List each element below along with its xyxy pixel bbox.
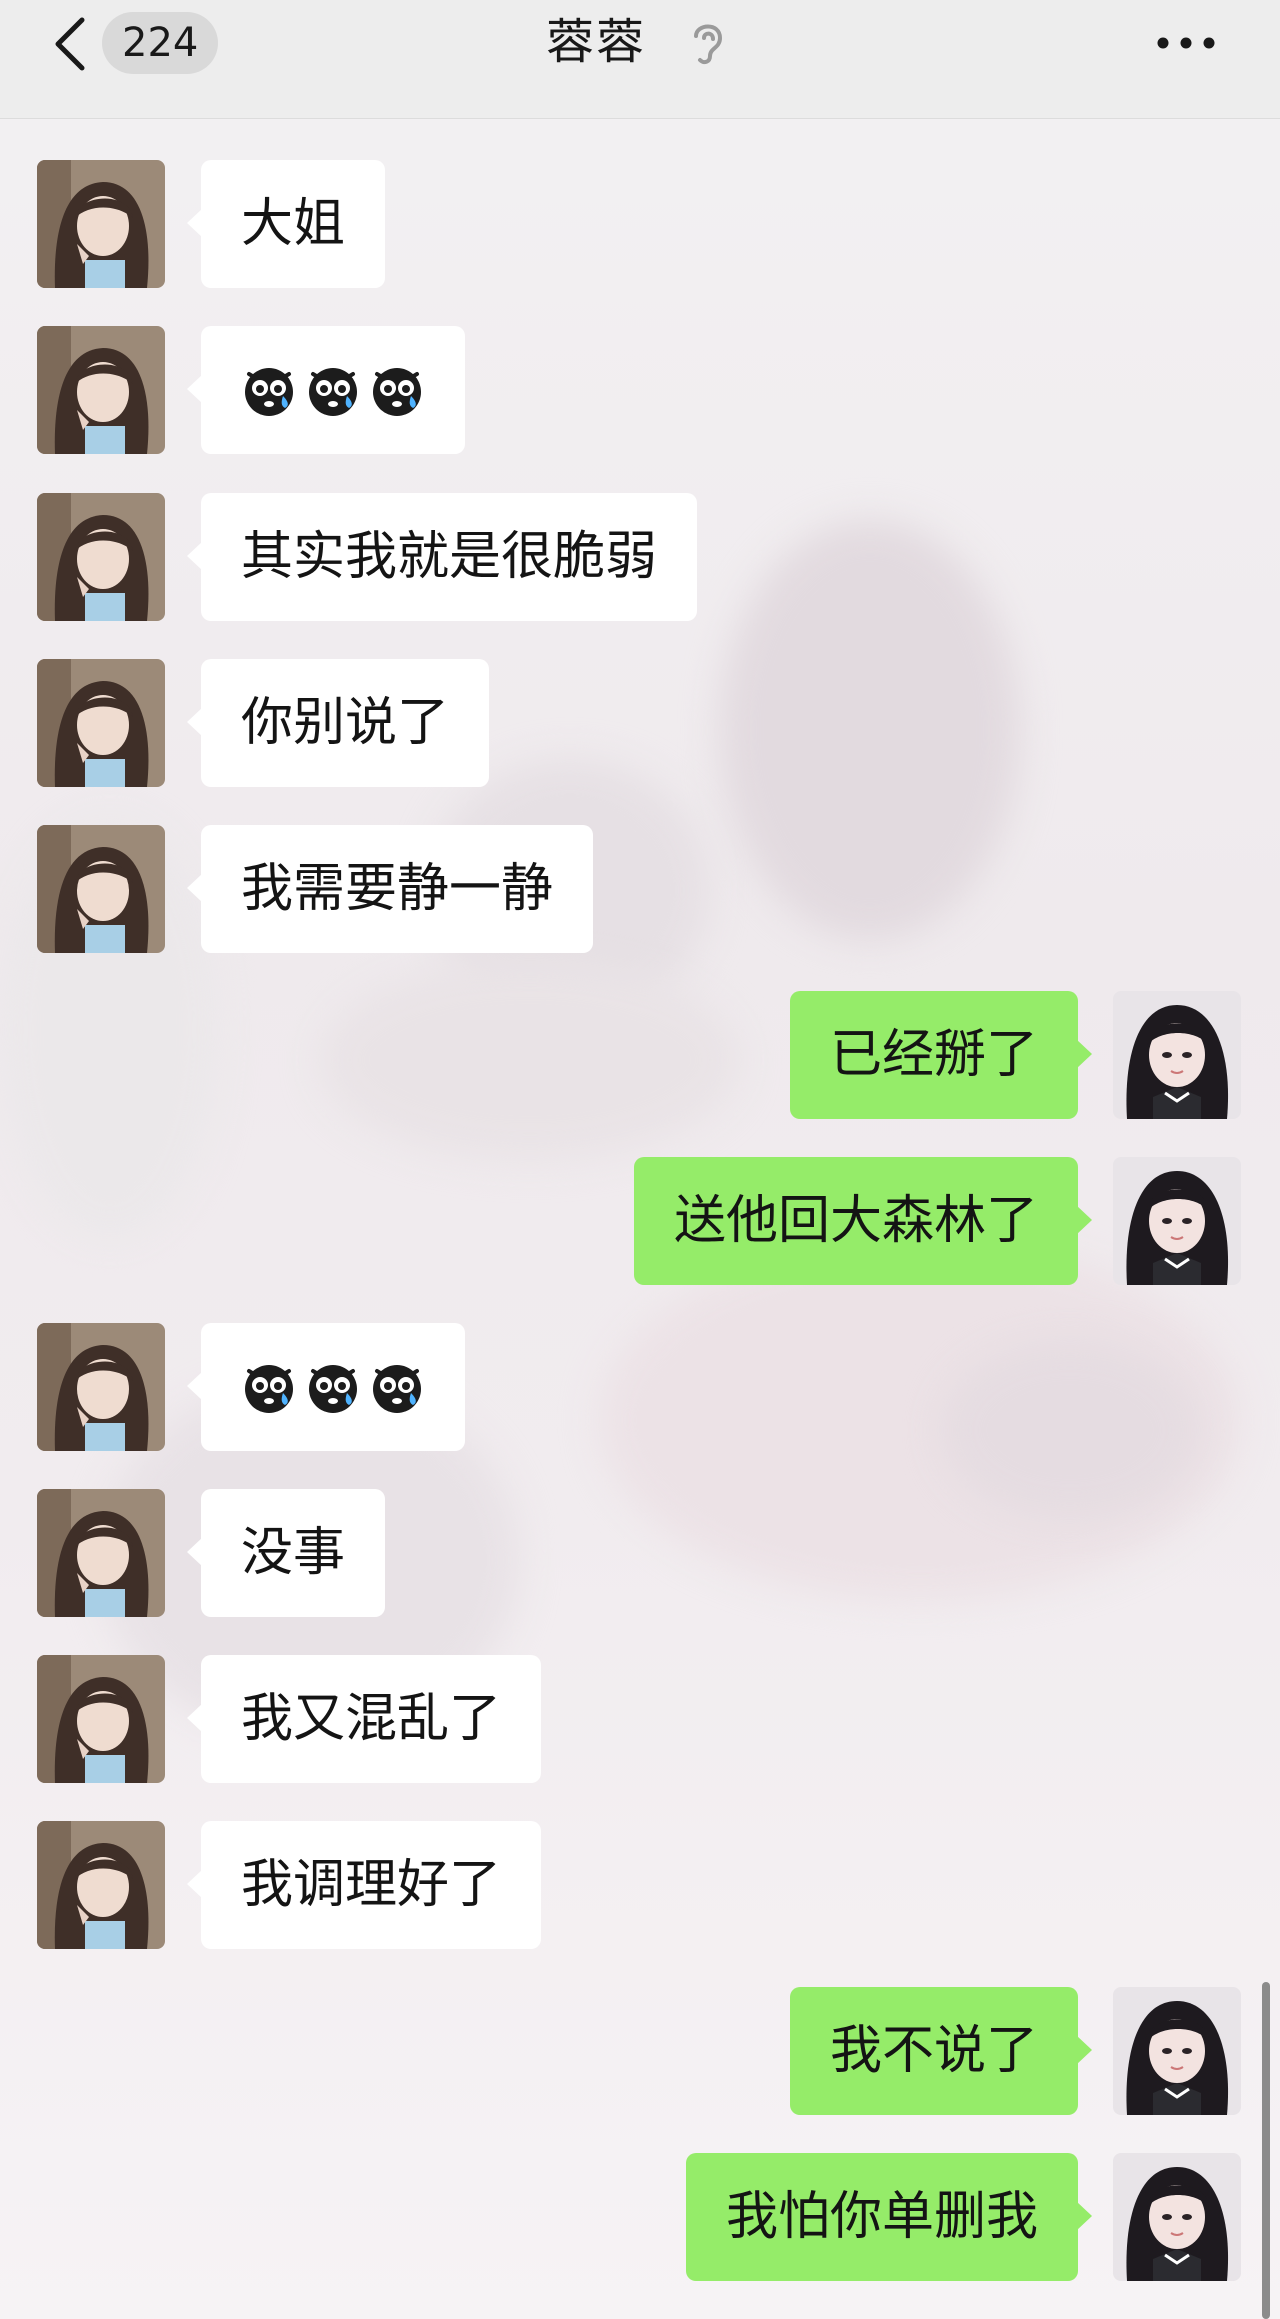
crying-face-emoji — [373, 368, 421, 416]
more-options-button[interactable] — [1150, 20, 1222, 66]
message-bubble-incoming[interactable] — [187, 326, 465, 454]
contact-avatar[interactable] — [37, 326, 165, 454]
message-bubble-outgoing[interactable]: 送他回大森林了 — [633, 1157, 1093, 1285]
message-bubble-incoming[interactable]: 其实我就是很脆弱 — [186, 493, 698, 621]
crying-face-emoji — [309, 368, 357, 416]
message-bubble-incoming[interactable]: 你别说了 — [186, 659, 490, 787]
message-bubble-incoming[interactable]: 我调理好了 — [186, 1821, 542, 1949]
my-avatar[interactable] — [1113, 1987, 1241, 2115]
chat-title: 蓉蓉 — [546, 14, 647, 70]
message-bubble-incoming[interactable]: 我又混乱了 — [186, 1655, 542, 1783]
crying-face-emoji — [309, 1365, 357, 1413]
contact-avatar[interactable] — [37, 1489, 165, 1617]
crying-face-emoji — [373, 1365, 421, 1413]
crying-face-emoji — [245, 368, 293, 416]
scrollbar[interactable] — [1262, 1982, 1270, 2319]
contact-avatar[interactable] — [37, 659, 165, 787]
message-bubble-incoming[interactable] — [187, 1323, 465, 1451]
contact-avatar[interactable] — [37, 1323, 165, 1451]
message-bubble-outgoing[interactable]: 我不说了 — [789, 1987, 1093, 2115]
contact-avatar[interactable] — [37, 825, 165, 953]
message-bubble-incoming[interactable]: 我需要静一静 — [186, 825, 594, 953]
contact-avatar[interactable] — [37, 160, 165, 288]
my-avatar[interactable] — [1113, 991, 1241, 1119]
contact-avatar[interactable] — [37, 493, 165, 621]
contact-avatar[interactable] — [37, 1821, 165, 1949]
crying-face-emoji — [245, 1365, 293, 1413]
message-bubble-outgoing[interactable]: 我怕你单删我 — [685, 2153, 1093, 2281]
more-dots-icon — [1157, 37, 1215, 49]
chat-message-list[interactable]: 大姐 其实我就是很脆弱 你别说了 我需要静一静 已经掰了 送他回大森林了 没事 … — [0, 120, 1280, 2319]
message-bubble-outgoing[interactable]: 已经掰了 — [789, 991, 1093, 1119]
contact-avatar[interactable] — [37, 1655, 165, 1783]
back-button[interactable] — [48, 14, 92, 74]
my-avatar[interactable] — [1113, 1157, 1241, 1285]
chat-header: 224 蓉蓉 — [0, 0, 1280, 119]
message-bubble-incoming[interactable]: 没事 — [186, 1489, 386, 1617]
unread-count-badge[interactable]: 224 — [102, 12, 219, 74]
ear-icon — [688, 16, 728, 68]
message-bubble-incoming[interactable]: 大姐 — [186, 160, 386, 288]
chevron-left-icon — [55, 17, 85, 71]
my-avatar[interactable] — [1113, 2153, 1241, 2281]
